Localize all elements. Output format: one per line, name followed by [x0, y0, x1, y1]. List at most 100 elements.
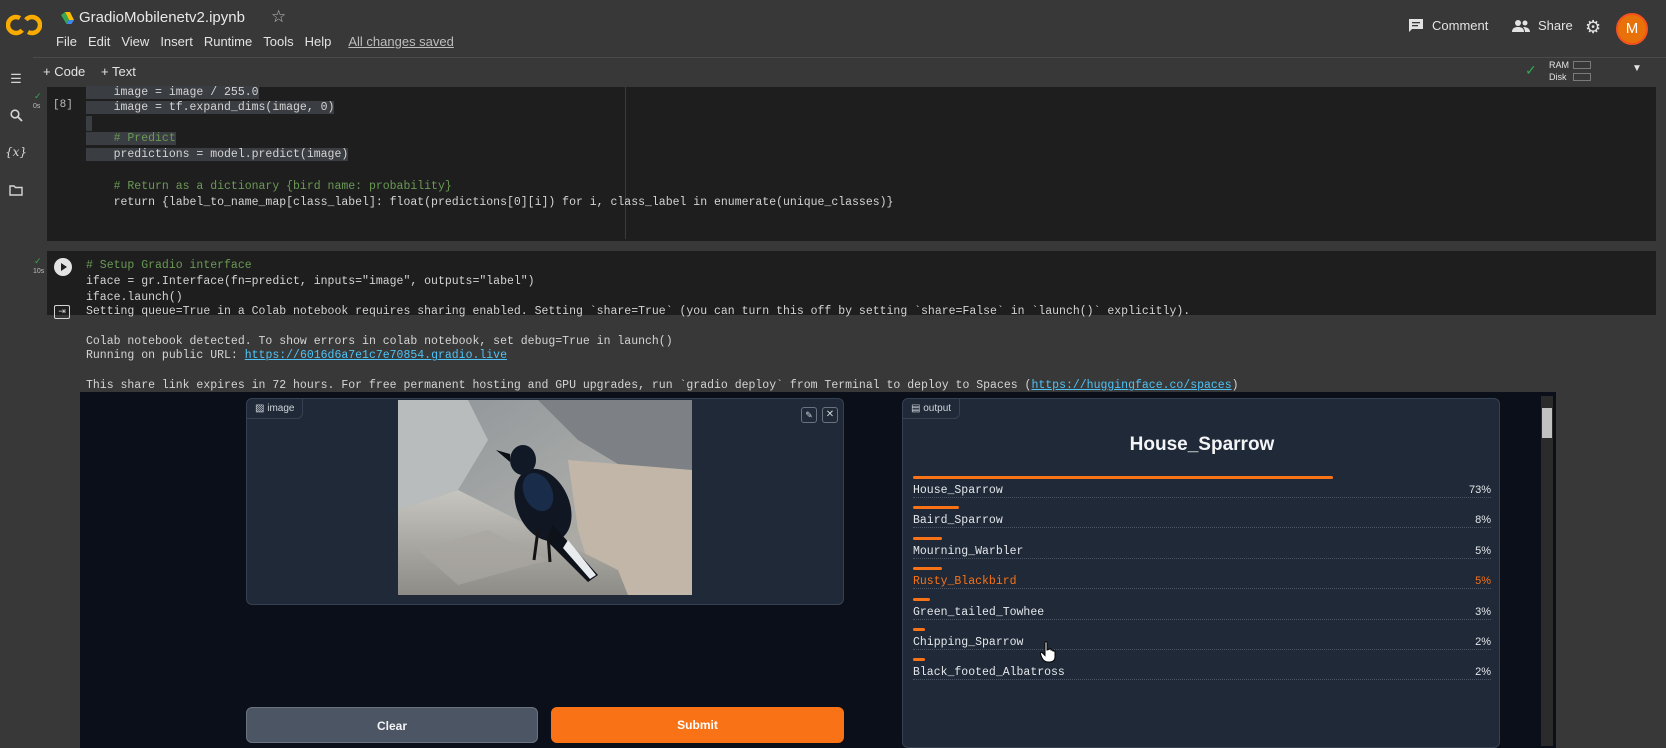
code-line[interactable] — [86, 116, 92, 131]
ram-label: RAM — [1549, 60, 1569, 70]
confidence-row[interactable]: Rusty_Blackbird 5% — [913, 567, 1491, 597]
resource-meters[interactable] — [1573, 61, 1591, 85]
confidence-percent: 8% — [1475, 514, 1491, 527]
submit-button[interactable]: Submit — [551, 707, 844, 743]
output-label: ▤ output — [903, 399, 961, 419]
close-icon[interactable]: ✕ — [822, 407, 838, 423]
notebook-title[interactable]: GradioMobilenetv2.ipynb — [79, 9, 245, 26]
variables-icon[interactable]: {x} — [5, 145, 27, 159]
confidence-bar — [913, 567, 942, 571]
drive-icon — [61, 12, 74, 24]
resource-labels[interactable]: RAM Disk — [1549, 59, 1569, 83]
output-line: Colab notebook detected. To show errors … — [86, 335, 673, 348]
confidence-row[interactable]: Green_tailed_Towhee 3% — [913, 597, 1491, 628]
confidence-row[interactable]: House_Sparrow 73% — [913, 476, 1491, 506]
folder-icon[interactable] — [5, 184, 27, 199]
run-cell-button[interactable] — [54, 258, 72, 276]
notebook-main: ✓ 0s [8] image = image / 255.0 image = t… — [33, 86, 1666, 748]
confidence-percent: 5% — [1475, 575, 1491, 588]
disk-meter — [1573, 73, 1591, 81]
menu-tools[interactable]: Tools — [263, 34, 293, 49]
confidence-bar — [913, 506, 960, 510]
menu-edit[interactable]: Edit — [88, 34, 110, 49]
gradio-scrollbar[interactable] — [1541, 396, 1553, 746]
toc-icon[interactable]: ☰ — [5, 71, 27, 87]
confidence-label: Baird_Sparrow — [913, 514, 1003, 528]
confidence-bar — [913, 628, 925, 631]
code-line[interactable]: image = tf.expand_dims(image, 0) — [86, 101, 335, 114]
spaces-link[interactable]: https://huggingface.co/spaces — [1031, 379, 1231, 392]
confidence-percent: 2% — [1475, 636, 1491, 648]
confidence-row[interactable]: Mourning_Warbler 5% — [913, 536, 1491, 567]
search-icon[interactable] — [5, 109, 27, 125]
menu-insert[interactable]: Insert — [160, 34, 193, 49]
image-input-panel[interactable]: ▨ image ✎ ✕ — [246, 398, 844, 605]
dotted-divider — [913, 557, 1491, 559]
confidence-row[interactable]: Baird_Sparrow 8% — [913, 506, 1491, 536]
cell-1-exec-count: [8] — [53, 99, 73, 111]
add-code-button[interactable]: + Code — [43, 64, 85, 79]
left-rail: ☰ {x} — [0, 57, 33, 748]
code-line[interactable]: # Return as a dictionary {bird name: pro… — [86, 180, 452, 193]
code-line[interactable]: iface = gr.Interface(fn=predict, inputs=… — [86, 275, 535, 288]
edit-icon[interactable]: ✎ — [801, 407, 817, 423]
comment-button[interactable]: Comment — [1408, 18, 1488, 33]
confidence-label: House_Sparrow — [913, 484, 1003, 497]
hand-cursor-icon — [1040, 641, 1056, 663]
ruler-line — [625, 87, 626, 239]
save-status[interactable]: All changes saved — [348, 34, 454, 49]
output-menu-icon[interactable]: ⇥ — [54, 305, 70, 319]
code-text: # Predict — [86, 132, 176, 145]
comment-label: Comment — [1432, 18, 1489, 33]
gradio-app: ▨ image ✎ ✕ Clear Submit ▤ output House_… — [80, 392, 1556, 748]
confidence-row[interactable]: Chipping_Sparrow 2% — [913, 628, 1491, 658]
people-icon — [1512, 20, 1530, 32]
connected-check-icon: ✓ — [1525, 62, 1537, 78]
output-line: Running on public URL: https://6016d6a7e… — [86, 349, 507, 362]
confidence-percent: 3% — [1475, 605, 1491, 618]
code-line[interactable]: image = image / 255.0 — [86, 86, 259, 99]
output-line: This share link expires in 72 hours. For… — [86, 379, 1239, 392]
code-line[interactable]: predictions = model.predict(image) — [86, 148, 349, 161]
top-prediction: House_Sparrow — [1129, 434, 1275, 455]
public-url-link[interactable]: https://6016d6a7e1c7e70854.gradio.live — [245, 349, 507, 362]
output-label-text: output — [923, 403, 952, 414]
add-text-button[interactable]: + Text — [101, 64, 136, 79]
cell-2-check-icon: ✓ — [34, 256, 42, 266]
colab-logo[interactable] — [6, 12, 42, 38]
dotted-divider — [913, 679, 1491, 681]
confidence-label: Green_tailed_Towhee — [913, 605, 1045, 619]
chevron-down-icon[interactable]: ▼ — [1632, 63, 1642, 74]
image-small-icon: ▨ — [255, 403, 268, 414]
code-line[interactable]: # Setup Gradio interface — [86, 259, 252, 272]
menu-help[interactable]: Help — [305, 34, 332, 49]
confidence-row[interactable]: Black_footed_Albatross 2% — [913, 658, 1491, 688]
star-icon[interactable]: ☆ — [271, 7, 286, 27]
menu-view[interactable]: View — [121, 34, 149, 49]
gear-icon[interactable]: ⚙ — [1585, 17, 1601, 38]
chart-small-icon: ▤ — [911, 403, 924, 414]
confidence-percent: 73% — [1468, 484, 1491, 496]
menu-file[interactable]: File — [56, 34, 77, 49]
output-text: Running on public URL: — [86, 349, 245, 362]
share-button[interactable]: Share — [1512, 18, 1573, 33]
dotted-divider — [913, 497, 1491, 498]
comment-icon — [1409, 19, 1423, 32]
colab-header: GradioMobilenetv2.ipynb ☆ File Edit View… — [0, 0, 1666, 56]
code-text: image = image / 255.0 — [86, 86, 259, 99]
clear-button[interactable]: Clear — [246, 707, 538, 743]
avatar[interactable]: M — [1616, 13, 1648, 45]
code-line[interactable]: iface.launch() — [86, 291, 183, 304]
code-text: image = tf.expand_dims(image, 0) — [86, 101, 335, 114]
code-line[interactable]: return {label_to_name_map[class_label]: … — [86, 196, 894, 209]
cell-1-time: 0s — [33, 103, 41, 110]
menu-runtime[interactable]: Runtime — [204, 34, 252, 49]
dotted-divider — [913, 649, 1491, 650]
confidence-bar — [913, 536, 942, 540]
code-line[interactable]: # Predict — [86, 132, 176, 145]
cell-2-time: 10s — [33, 268, 45, 275]
code-text: predictions = model.predict(image) — [86, 148, 349, 161]
confidence-bar — [913, 597, 931, 601]
confidence-label: Chipping_Sparrow — [913, 636, 1024, 649]
scroll-thumb[interactable] — [1542, 408, 1552, 438]
